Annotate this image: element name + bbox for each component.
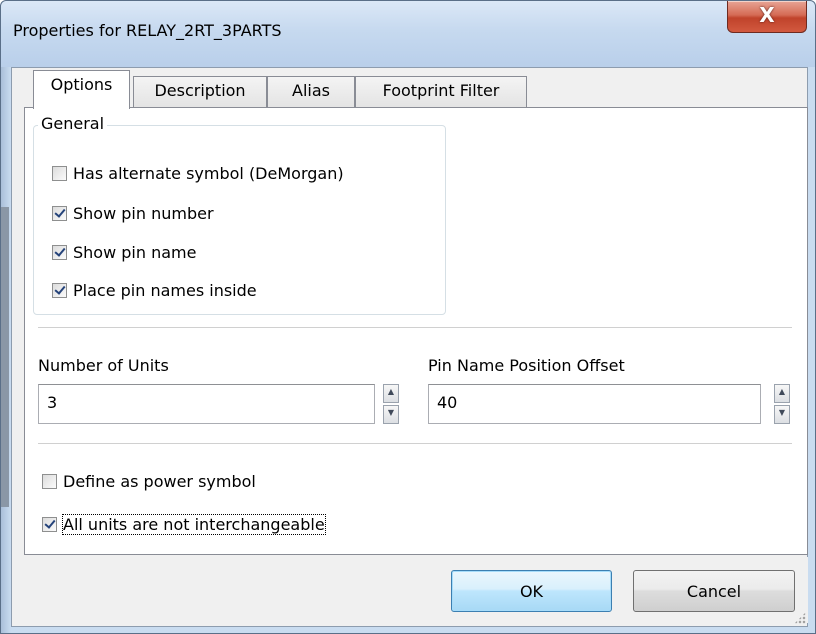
tab-description[interactable]: Description — [133, 76, 267, 108]
tab-options-label: Options — [50, 75, 113, 94]
window-title: Properties for RELAY_2RT_3PARTS — [13, 21, 282, 40]
close-button[interactable]: X — [727, 1, 807, 33]
units-not-interchangeable-option[interactable]: All units are not interchangeable — [42, 513, 326, 535]
pin-name-offset-input[interactable]: 40 — [428, 384, 761, 424]
spin-down-icon: ▼ — [778, 408, 786, 417]
alternate-symbol-checkbox[interactable] — [52, 165, 67, 181]
show-pin-number-option[interactable]: Show pin number — [52, 202, 214, 224]
units-not-interchangeable-checkbox[interactable] — [42, 516, 57, 532]
ok-button[interactable]: OK — [451, 570, 612, 612]
units-not-interchangeable-label: All units are not interchangeable — [62, 513, 326, 535]
number-of-units-spinner: ▲ ▼ — [383, 384, 399, 424]
place-pin-names-inside-option[interactable]: Place pin names inside — [52, 279, 257, 301]
power-symbol-checkbox[interactable] — [42, 473, 57, 489]
power-symbol-option[interactable]: Define as power symbol — [42, 470, 256, 492]
number-of-units-value: 3 — [47, 393, 58, 412]
place-pin-names-inside-checkbox[interactable] — [52, 282, 67, 298]
separator-top — [38, 327, 792, 329]
spin-up-icon: ▲ — [778, 387, 786, 396]
alternate-symbol-label: Has alternate symbol (DeMorgan) — [73, 163, 344, 183]
tab-alias[interactable]: Alias — [267, 76, 355, 108]
number-of-units-label: Number of Units — [38, 356, 169, 375]
pin-name-offset-label: Pin Name Position Offset — [428, 356, 625, 375]
close-icon: X — [759, 3, 775, 27]
units-spin-down-button[interactable]: ▼ — [383, 405, 399, 424]
show-pin-number-label: Show pin number — [73, 203, 214, 223]
number-of-units-input[interactable]: 3 — [38, 384, 375, 424]
tab-description-label: Description — [154, 81, 246, 100]
show-pin-name-option[interactable]: Show pin name — [52, 241, 196, 263]
tab-options[interactable]: Options — [33, 70, 130, 109]
place-pin-names-inside-label: Place pin names inside — [73, 280, 257, 300]
separator-bottom — [38, 443, 792, 445]
pin-name-offset-spinner: ▲ ▼ — [774, 384, 790, 424]
show-pin-name-label: Show pin name — [73, 242, 197, 262]
ok-button-label: OK — [519, 582, 544, 601]
cancel-button-label: Cancel — [686, 582, 742, 601]
units-spin-up-button[interactable]: ▲ — [383, 384, 399, 403]
tab-footprint-filter-label: Footprint Filter — [382, 81, 500, 100]
offset-spin-down-button[interactable]: ▼ — [774, 405, 790, 424]
spin-up-icon: ▲ — [387, 387, 395, 396]
cancel-button[interactable]: Cancel — [633, 570, 795, 612]
power-symbol-label: Define as power symbol — [63, 471, 256, 491]
offset-spin-up-button[interactable]: ▲ — [774, 384, 790, 403]
tab-alias-label: Alias — [292, 81, 330, 100]
spin-down-icon: ▼ — [387, 408, 395, 417]
show-pin-name-checkbox[interactable] — [52, 244, 67, 260]
show-pin-number-checkbox[interactable] — [52, 205, 67, 221]
tab-footprint-filter[interactable]: Footprint Filter — [355, 76, 527, 108]
pin-name-offset-value: 40 — [437, 393, 458, 412]
alternate-symbol-option[interactable]: Has alternate symbol (DeMorgan) — [52, 162, 344, 184]
window-frame-edge — [1, 67, 11, 633]
general-group-label: General — [38, 114, 108, 133]
